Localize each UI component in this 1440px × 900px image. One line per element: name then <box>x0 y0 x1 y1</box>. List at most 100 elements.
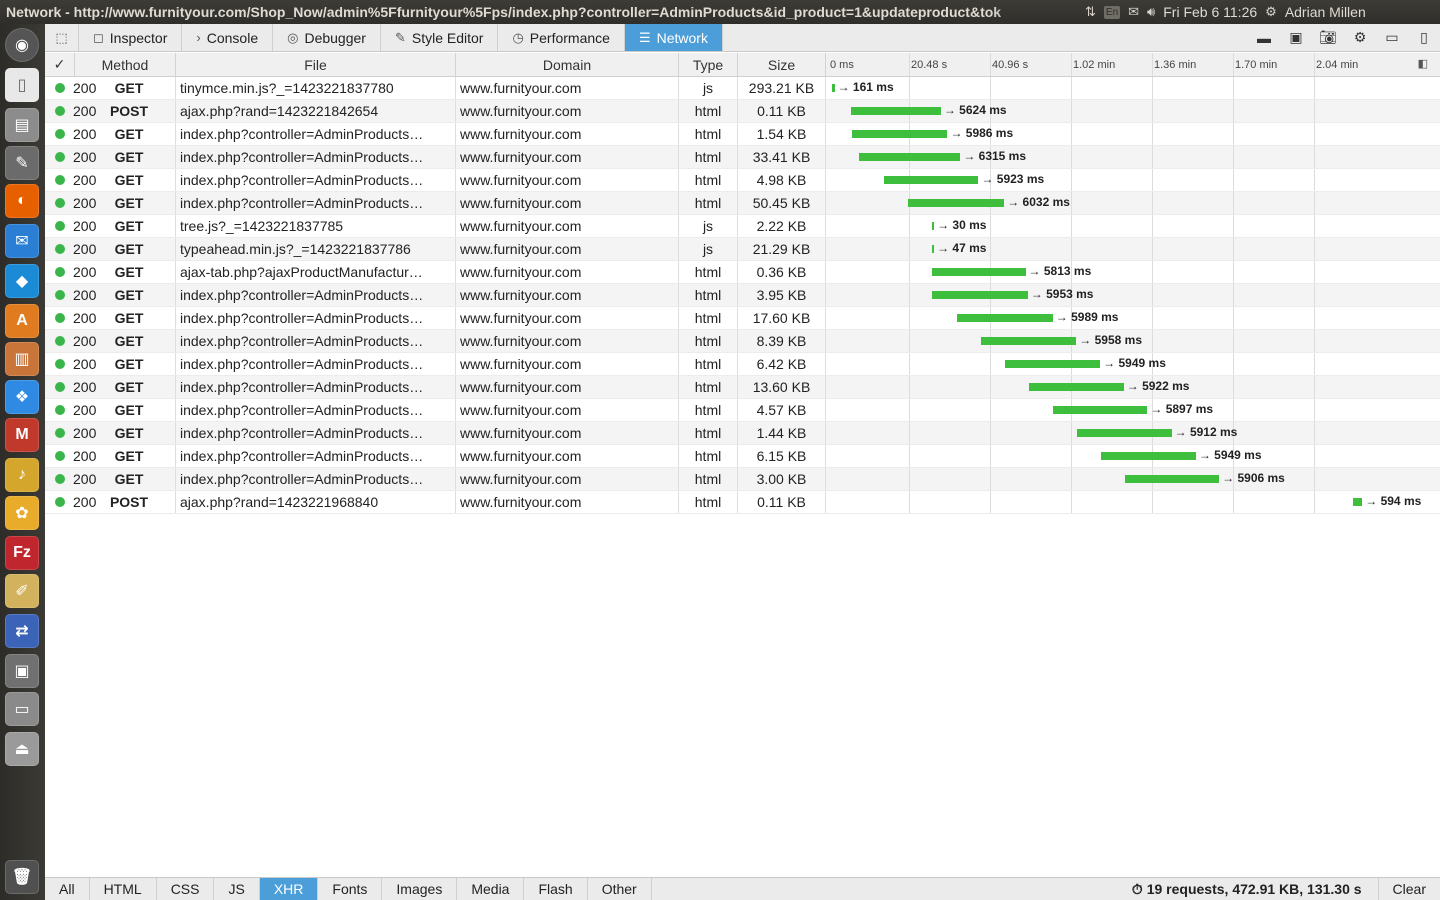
firefox-icon[interactable]: ◐ <box>5 184 39 218</box>
table-row[interactable]: 200 GET index.php?controller=AdminProducts… <box>45 330 1440 353</box>
remote-desktop-icon[interactable]: ⇄ <box>5 614 39 648</box>
element-picker-button[interactable]: ⬚ <box>45 24 79 51</box>
table-row[interactable]: 200 GET index.php?controller=AdminProducts… <box>45 284 1440 307</box>
trash-icon[interactable]: 🗑︎ <box>5 860 39 894</box>
libreoffice-impress-icon[interactable]: ▥ <box>5 342 39 376</box>
clock[interactable]: Fri Feb 6 11:26 <box>1163 4 1257 20</box>
filter-other[interactable]: Other <box>588 878 652 900</box>
filter-media[interactable]: Media <box>457 878 525 900</box>
timeline-grid-line <box>909 399 910 421</box>
table-row[interactable]: 200 GET index.php?controller=AdminProducts… <box>45 307 1440 330</box>
timeline-grid-line <box>1152 100 1153 122</box>
usb-drive-icon[interactable]: ⏏ <box>5 732 39 766</box>
table-row[interactable]: 200 GET index.php?controller=AdminProducts… <box>45 376 1440 399</box>
tab-performance[interactable]: ◷ Performance <box>498 24 625 51</box>
tab-debugger[interactable]: ◎ Debugger <box>273 24 381 51</box>
gimp-icon[interactable]: ✎ <box>5 146 39 180</box>
timeline-grid-line <box>1233 307 1234 329</box>
system-tray: ⇅ En ✉ 🔊︎ Fri Feb 6 11:26 ⚙ Adrian Mille… <box>1085 4 1366 20</box>
mendeley-icon[interactable]: M <box>5 418 39 452</box>
table-row[interactable]: 200 GET index.php?controller=AdminProducts… <box>45 169 1440 192</box>
header-method[interactable]: Method <box>75 53 176 76</box>
toolbox-settings-icon[interactable]: ⚙ <box>1344 29 1376 46</box>
disk-drive-icon[interactable]: ▣ <box>5 654 39 688</box>
files-icon[interactable]: ▯ <box>5 68 39 102</box>
volume-icon[interactable]: 🔊︎ <box>1147 4 1155 20</box>
table-row[interactable]: 200 GET index.php?controller=AdminProducts… <box>45 445 1440 468</box>
table-row[interactable]: 200 POST ajax.php?rand=1423221968840 www.fu… <box>45 491 1440 514</box>
status-dot-icon <box>55 83 65 93</box>
filter-images[interactable]: Images <box>382 878 458 900</box>
responsive-design-icon[interactable]: ▣ <box>1280 29 1312 46</box>
filter-xhr[interactable]: XHR <box>259 878 319 900</box>
clear-button[interactable]: Clear <box>1377 878 1440 900</box>
table-row[interactable]: 200 GET tree.js?_=1423221837785 www.furnity… <box>45 215 1440 238</box>
table-row[interactable]: 200 GET ajax-tab.php?ajaxProductManufactur… <box>45 261 1440 284</box>
status-code: 200 <box>73 402 97 418</box>
table-row[interactable]: 200 GET index.php?controller=AdminProducts… <box>45 468 1440 491</box>
header-domain[interactable]: Domain <box>456 53 679 76</box>
status-dot-icon <box>55 106 65 116</box>
music-player-icon[interactable]: ♪ <box>5 458 39 492</box>
tab-console[interactable]: › Console <box>182 24 274 51</box>
filter-js[interactable]: JS <box>214 878 260 900</box>
dock-bottom-icon[interactable]: ▭ <box>1376 29 1408 46</box>
timeline-grid-line <box>990 238 991 260</box>
tab-style-editor[interactable]: ✎ Style Editor <box>381 24 499 51</box>
table-row[interactable]: 200 GET index.php?controller=AdminProducts… <box>45 422 1440 445</box>
settings-gear-icon[interactable]: ⚙ <box>1265 4 1277 20</box>
network-status-icon[interactable]: ⇅ <box>1085 4 1096 20</box>
table-row[interactable]: 200 GET tinymce.min.js?_=1423221837780 www.… <box>45 77 1440 100</box>
domain-cell: www.furnityour.com <box>456 77 679 99</box>
timing-bar <box>883 176 979 184</box>
header-timeline[interactable]: ◧ 0 ms 20.48 s 40.96 s 1.02 min 1.36 min 1.70… <box>826 53 1440 76</box>
status-dot-icon <box>55 336 65 346</box>
table-row[interactable]: 200 GET index.php?controller=AdminProducts… <box>45 353 1440 376</box>
table-row[interactable]: 200 GET index.php?controller=AdminProducts… <box>45 192 1440 215</box>
split-console-icon[interactable]: ▬ <box>1248 30 1280 46</box>
file-manager-icon[interactable]: ▤ <box>5 108 39 142</box>
timeline-grid-line <box>909 376 910 398</box>
table-row[interactable]: 200 GET index.php?controller=AdminProducts… <box>45 123 1440 146</box>
dropbox-icon[interactable]: ❖ <box>5 380 39 414</box>
thunderbird-icon[interactable]: ✉ <box>5 224 39 258</box>
header-type[interactable]: Type <box>679 53 738 76</box>
status-cell: 200 GET <box>45 330 176 352</box>
software-center-icon[interactable]: A <box>5 304 39 338</box>
filter-flash[interactable]: Flash <box>524 878 588 900</box>
filter-all[interactable]: All <box>45 878 90 900</box>
tab-network[interactable]: ☰ Network <box>624 24 723 51</box>
dash-home-icon[interactable]: ◉ <box>5 28 39 62</box>
paint-icon[interactable]: ✿ <box>5 496 39 530</box>
table-row[interactable]: 200 GET index.php?controller=AdminProducts… <box>45 399 1440 422</box>
keyboard-layout-indicator[interactable]: En <box>1103 5 1121 19</box>
table-row[interactable]: 200 GET index.php?controller=AdminProducts… <box>45 146 1440 169</box>
timeline-cell: → 5813 ms <box>826 261 1440 283</box>
timeline-grid-line <box>1152 261 1153 283</box>
text-editor-icon[interactable]: ✐ <box>5 574 39 608</box>
waterfall-toggle-icon[interactable]: ◧ <box>1418 57 1428 70</box>
table-row[interactable]: 200 POST ajax.php?rand=1423221842654 www.fu… <box>45 100 1440 123</box>
user-name[interactable]: Adrian Millen <box>1285 4 1366 20</box>
header-file[interactable]: File <box>176 53 456 76</box>
header-check[interactable]: ✓ <box>45 53 75 76</box>
filezilla-icon[interactable]: Fz <box>5 536 39 570</box>
dock-side-icon[interactable]: ▯ <box>1408 29 1440 46</box>
filter-html[interactable]: HTML <box>90 878 157 900</box>
filter-css[interactable]: CSS <box>157 878 215 900</box>
timeline-grid-line <box>1152 192 1153 214</box>
timeline-grid-line <box>1233 77 1234 99</box>
screenshot-icon[interactable]: 📷︎ <box>1312 29 1344 46</box>
scanner-icon[interactable]: ▭ <box>5 692 39 726</box>
status-dot-icon <box>55 290 65 300</box>
header-size[interactable]: Size <box>738 53 826 76</box>
table-row[interactable]: 200 GET typeahead.min.js?_=1423221837786 ww… <box>45 238 1440 261</box>
summary-text: 19 requests, 472.91 KB, 131.30 s <box>1146 881 1362 897</box>
type-cell: js <box>679 215 738 237</box>
timeline-tick-line <box>1071 53 1072 76</box>
timeline-grid-line <box>909 491 910 513</box>
kodi-icon[interactable]: ◆ <box>5 264 39 298</box>
mail-icon[interactable]: ✉ <box>1128 4 1139 20</box>
tab-inspector[interactable]: ◻ Inspector <box>79 24 183 51</box>
filter-fonts[interactable]: Fonts <box>318 878 383 900</box>
